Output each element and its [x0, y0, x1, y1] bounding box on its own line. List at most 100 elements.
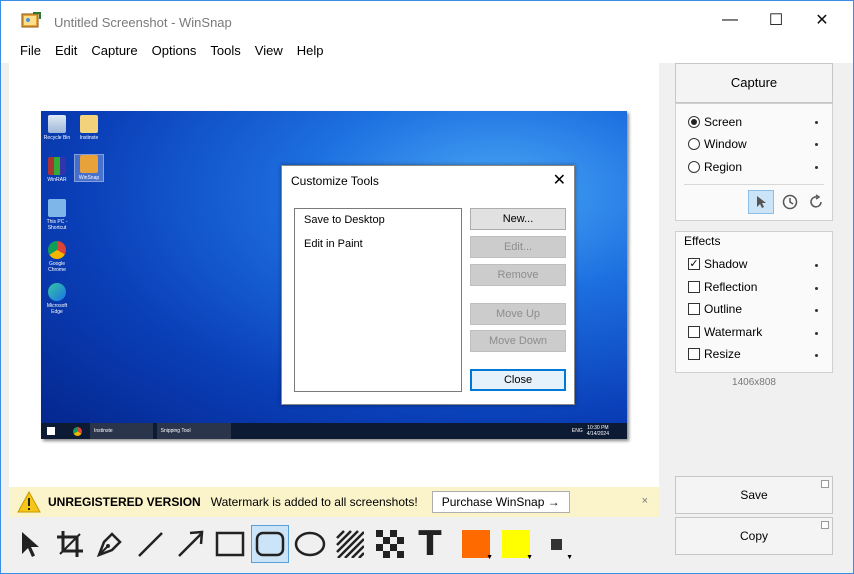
- rectangle-icon: [215, 531, 245, 557]
- menu-capture[interactable]: Capture: [84, 39, 144, 63]
- tool-highlight[interactable]: [331, 525, 369, 563]
- line-width-picker[interactable]: ▼: [537, 525, 575, 563]
- dropdown-caret-icon: ▼: [566, 554, 573, 561]
- secondary-color-picker[interactable]: ▼: [497, 525, 535, 563]
- effect-menu-dot-icon[interactable]: [815, 264, 818, 267]
- checkbox-watermark[interactable]: [688, 326, 700, 338]
- mode-menu-dot-icon[interactable]: [815, 121, 818, 124]
- line-icon: [138, 532, 163, 557]
- dialog-close-icon: ✕: [552, 172, 566, 189]
- effect-resize-option[interactable]: Resize: [688, 347, 741, 361]
- radio-window[interactable]: [688, 138, 700, 150]
- banner-close-icon[interactable]: ×: [642, 495, 648, 507]
- effect-label: Resize: [704, 347, 741, 361]
- mode-label: Screen: [704, 115, 743, 129]
- dialog-title: Customize Tools: [291, 174, 379, 188]
- mode-window-option[interactable]: Window: [688, 137, 747, 151]
- title-bar: Untitled Screenshot - WinSnap — ☐ ✕: [1, 1, 853, 39]
- tool-pen[interactable]: [91, 525, 129, 563]
- capture-button[interactable]: Capture: [675, 63, 833, 103]
- repeat-capture-button[interactable]: [804, 190, 828, 214]
- mode-menu-dot-icon[interactable]: [815, 143, 818, 146]
- effect-menu-dot-icon[interactable]: [815, 309, 818, 312]
- minimize-icon: —: [722, 11, 738, 28]
- maximize-button[interactable]: ☐: [753, 1, 799, 39]
- computer-icon: [48, 199, 66, 217]
- desktop-icon-label: Microsoft Edge: [46, 303, 68, 315]
- effect-shadow-option[interactable]: ✓ Shadow: [688, 257, 747, 271]
- include-cursor-toggle[interactable]: [748, 190, 774, 214]
- effect-menu-dot-icon[interactable]: [815, 332, 818, 335]
- desktop-icon-label: Recycle Bin: [43, 135, 71, 141]
- tool-pixelate[interactable]: [371, 525, 409, 563]
- effect-label: Outline: [704, 302, 743, 316]
- divider: [684, 184, 824, 185]
- checkbox-shadow[interactable]: ✓: [688, 258, 700, 270]
- close-button[interactable]: ✕: [799, 1, 845, 39]
- winsnap-icon: [80, 155, 98, 173]
- menu-view[interactable]: View: [248, 39, 290, 63]
- tool-text[interactable]: T: [411, 525, 449, 563]
- dropdown-caret-icon: ▼: [486, 554, 493, 561]
- desktop-icon-winrar: WinRAR: [43, 157, 71, 183]
- effect-reflection-option[interactable]: Reflection: [688, 280, 757, 294]
- tool-line[interactable]: [131, 525, 169, 563]
- folder-icon: [80, 115, 98, 133]
- banner-message: Watermark is added to all screenshots!: [210, 495, 418, 509]
- tool-crop[interactable]: [51, 525, 89, 563]
- menu-tools[interactable]: Tools: [203, 39, 247, 63]
- menu-file[interactable]: File: [13, 39, 48, 63]
- desktop-icon-label: Google Chrome: [48, 261, 66, 273]
- radio-region[interactable]: [688, 161, 700, 173]
- mode-menu-dot-icon[interactable]: [815, 166, 818, 169]
- checkbox-reflection[interactable]: [688, 281, 700, 293]
- effect-menu-dot-icon[interactable]: [815, 354, 818, 357]
- recycle-bin-icon: [48, 115, 66, 133]
- cursor-icon: [757, 196, 766, 208]
- copy-button[interactable]: Copy: [675, 517, 833, 555]
- purchase-button[interactable]: Purchase WinSnap →: [431, 491, 570, 513]
- delay-button[interactable]: [778, 190, 802, 214]
- menu-help[interactable]: Help: [290, 39, 331, 63]
- taskbar-item: Instinste: [90, 423, 153, 439]
- tool-ellipse[interactable]: [291, 525, 329, 563]
- tool-arrow[interactable]: [171, 525, 209, 563]
- save-options-checkbox[interactable]: [821, 480, 829, 488]
- radio-screen[interactable]: [688, 116, 700, 128]
- winsnap-app-icon: [21, 12, 41, 28]
- menu-options[interactable]: Options: [145, 39, 204, 63]
- effects-group: Effects ✓ Shadow Reflection Outline Wate…: [675, 231, 833, 373]
- text-icon: T: [418, 524, 442, 564]
- effect-outline-option[interactable]: Outline: [688, 302, 742, 316]
- image-canvas[interactable]: Recycle Bin Instinste WinRAR WinSnap Thi…: [9, 63, 659, 487]
- effect-watermark-option[interactable]: Watermark: [688, 325, 762, 339]
- desktop-icon-winsnap: WinSnap: [74, 154, 104, 182]
- taskbar-item: Snipping Tool: [156, 423, 231, 439]
- mode-region-option[interactable]: Region: [688, 160, 742, 174]
- menu-edit[interactable]: Edit: [48, 39, 84, 63]
- checkbox-resize[interactable]: [688, 348, 700, 360]
- line-width-icon: [550, 538, 562, 550]
- mode-screen-option[interactable]: Screen: [688, 115, 742, 129]
- effect-label: Watermark: [704, 325, 763, 339]
- taskbar-chrome-icon: [73, 426, 82, 436]
- save-button[interactable]: Save: [675, 476, 833, 514]
- hatch-icon: [336, 530, 364, 558]
- winrar-icon: [48, 157, 66, 175]
- minimize-button[interactable]: —: [707, 1, 753, 39]
- captured-screenshot[interactable]: Recycle Bin Instinste WinRAR WinSnap Thi…: [41, 111, 627, 439]
- checkbox-outline[interactable]: [688, 303, 700, 315]
- effect-menu-dot-icon[interactable]: [815, 287, 818, 290]
- select-arrow-icon: [22, 532, 39, 557]
- tool-rectangle[interactable]: [211, 525, 249, 563]
- tool-select[interactable]: [11, 525, 49, 563]
- taskbar-clock: 10:30 PM 4/14/2024: [587, 425, 609, 437]
- list-item: Edit in Paint: [304, 238, 363, 250]
- dialog-move-up-button: Move Up: [470, 303, 566, 325]
- tool-rounded-rectangle[interactable]: [251, 525, 289, 563]
- winsnap-window: Untitled Screenshot - WinSnap — ☐ ✕ File…: [0, 0, 854, 574]
- primary-color-picker[interactable]: ▼: [457, 525, 495, 563]
- desktop-icon-edge: Microsoft Edge: [43, 283, 71, 315]
- copy-options-checkbox[interactable]: [821, 521, 829, 529]
- windows-start-icon: [47, 427, 55, 435]
